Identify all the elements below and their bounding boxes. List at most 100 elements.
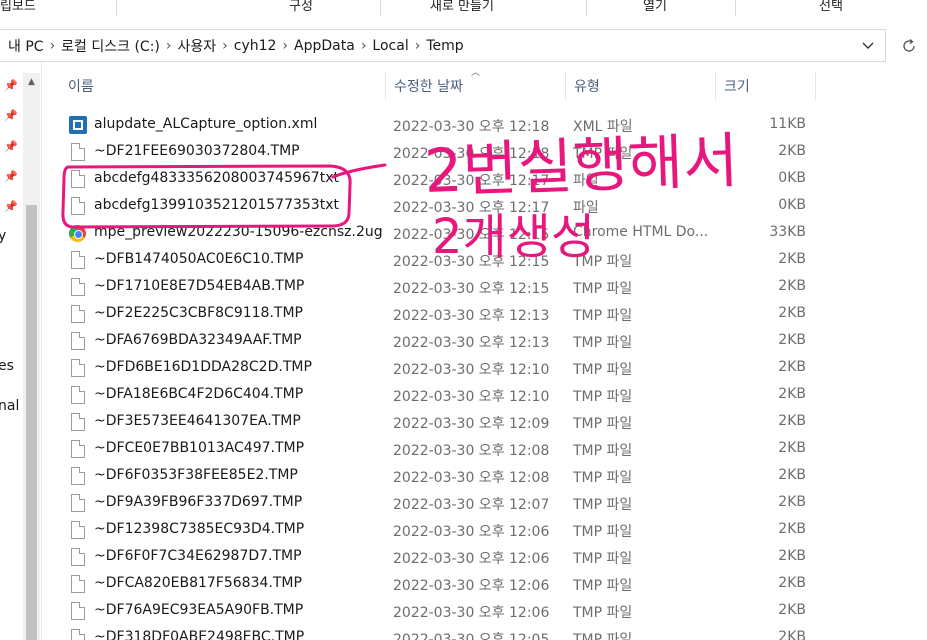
file-name: abcdefg139910352120157735​3txt bbox=[94, 197, 339, 213]
file-row[interactable]: abcdefg139910352120157735​3txt 2022-03-30… bbox=[42, 193, 927, 220]
file-type: Chrome HTML Do... bbox=[573, 224, 709, 240]
file-icon-glyph bbox=[71, 629, 85, 640]
breadcrumb: 내 PC › 로컬 디스크 (C:) › 사용자 › cyh12 › AppDa… bbox=[8, 30, 464, 61]
nav-item-label[interactable]: y bbox=[0, 228, 6, 244]
file-size: 2KB bbox=[778, 629, 806, 640]
file-size: 2KB bbox=[778, 278, 806, 294]
file-size: 2KB bbox=[778, 575, 806, 591]
file-row[interactable]: ~DF76A9EC93EA5A90FB.TMP 2022-03-30 오후 12:… bbox=[42, 598, 927, 625]
chevron-right-icon[interactable]: › bbox=[282, 38, 288, 54]
file-size: 2KB bbox=[778, 602, 806, 618]
file-modified-date: 2022-03-30 오후 12:05 bbox=[393, 632, 550, 640]
file-name: ~DF9A39FB96F337D697.TMP bbox=[94, 494, 303, 510]
ribbon-group-clipboard: 립보드 bbox=[0, 0, 36, 14]
file-row[interactable]: ~DF12398C7385EC93D4.TMP 2022-03-30 오후 12:… bbox=[42, 517, 927, 544]
file-row[interactable]: ~DF318DF0ABE2498EBC.TMP 2022-03-30 오후 12:… bbox=[42, 625, 927, 640]
file-row[interactable]: ~DF9A39FB96F337D697.TMP 2022-03-30 오후 12:… bbox=[42, 490, 927, 517]
column-divider[interactable] bbox=[815, 72, 816, 100]
file-modified-date: 2022-03-30 오후 12:06 bbox=[393, 551, 550, 567]
file-modified-date: 2022-03-30 오후 12:08 bbox=[393, 470, 550, 486]
file-icon bbox=[69, 250, 87, 270]
chevron-down-icon bbox=[862, 42, 874, 49]
nav-item-label[interactable]: nal bbox=[0, 398, 19, 414]
file-icon-glyph bbox=[71, 467, 85, 485]
breadcrumb-user[interactable]: cyh12 bbox=[234, 38, 277, 54]
pin-icon[interactable]: 📌 bbox=[4, 200, 18, 213]
file-icon bbox=[69, 520, 87, 540]
address-path-box[interactable]: 내 PC › 로컬 디스크 (C:) › 사용자 › cyh12 › AppDa… bbox=[0, 29, 886, 62]
file-row[interactable]: ~DF21FEE69030372804.TMP 2022-03-30 오후 12:… bbox=[42, 139, 927, 166]
column-type[interactable]: 유형 bbox=[566, 70, 716, 102]
file-row[interactable]: abcdefg483335620800374596​7txt 2022-03-30… bbox=[42, 166, 927, 193]
file-icon bbox=[69, 169, 87, 189]
ribbon-divider bbox=[735, 0, 736, 16]
file-type: TMP 파일 bbox=[573, 389, 633, 405]
chevron-right-icon[interactable]: › bbox=[166, 38, 172, 54]
file-row[interactable]: ~DF6F0353F38FEE85E2.TMP 2022-03-30 오후 12:… bbox=[42, 463, 927, 490]
file-type: TMP 파일 bbox=[573, 281, 633, 297]
file-row[interactable]: ~DFCE0E7BB1013AC497.TMP 2022-03-30 오후 12:… bbox=[42, 436, 927, 463]
file-icon-glyph bbox=[71, 278, 85, 296]
file-icon-glyph bbox=[71, 494, 85, 512]
file-row[interactable]: ~DF3E573EE4641307EA.TMP 2022-03-30 오후 12:… bbox=[42, 409, 927, 436]
pin-icon[interactable]: 📌 bbox=[4, 170, 18, 183]
file-modified-date: 2022-03-30 오후 12:10 bbox=[393, 389, 550, 405]
file-icon-glyph bbox=[71, 440, 85, 458]
column-name-label: 이름 bbox=[68, 79, 94, 95]
file-modified-date: 2022-03-30 오후 12:07 bbox=[393, 497, 550, 513]
file-name: alupdate_ALCapture_option.xml bbox=[94, 116, 318, 132]
column-name[interactable]: 이름 bbox=[60, 70, 385, 102]
xml-file-icon-glyph bbox=[69, 116, 87, 134]
column-date[interactable]: 수정한 날짜 bbox=[386, 70, 565, 102]
xml-file-icon bbox=[69, 115, 87, 135]
file-icon-glyph bbox=[71, 305, 85, 323]
breadcrumb-temp[interactable]: Temp bbox=[426, 38, 463, 54]
file-modified-date: 2022-03-30 오후 12:17 bbox=[393, 173, 550, 189]
scroll-up-icon[interactable]: ▲ bbox=[23, 73, 40, 90]
file-row[interactable]: ~DF6F0F7C34E62987D7.TMP 2022-03-30 오후 12:… bbox=[42, 544, 927, 571]
file-name: ~DF76A9EC93EA5A90FB.TMP bbox=[94, 602, 304, 618]
file-row[interactable]: ~DF2E225C3CBF8C9118.TMP 2022-03-30 오후 12:… bbox=[42, 301, 927, 328]
ribbon-group-organize: 구성 bbox=[289, 0, 313, 14]
pin-icon[interactable]: 📌 bbox=[4, 79, 18, 92]
file-row[interactable]: ~DFB1474050AC0E6C10.TMP 2022-03-30 오후 12:… bbox=[42, 247, 927, 274]
file-type: TMP 파일 bbox=[573, 335, 633, 351]
file-row[interactable]: ~DFA6769BDA32349AAF.TMP 2022-03-30 오후 12:… bbox=[42, 328, 927, 355]
pin-icon[interactable]: 📌 bbox=[4, 140, 18, 153]
nav-item-label[interactable]: es bbox=[0, 358, 14, 374]
pin-icon[interactable]: 📌 bbox=[4, 109, 18, 122]
file-icon bbox=[69, 466, 87, 486]
chevron-right-icon[interactable]: › bbox=[222, 38, 228, 54]
breadcrumb-local-disk[interactable]: 로컬 디스크 (C:) bbox=[61, 36, 160, 56]
file-row[interactable]: ~DF1710E8E7D54EB4AB.TMP 2022-03-30 오후 12:… bbox=[42, 274, 927, 301]
file-row[interactable]: ~DFA18E6BC4F2D6C404.TMP 2022-03-30 오후 12:… bbox=[42, 382, 927, 409]
breadcrumb-users[interactable]: 사용자 bbox=[178, 36, 217, 56]
breadcrumb-this-pc[interactable]: 내 PC bbox=[8, 36, 44, 56]
file-type: TMP 파일 bbox=[573, 443, 633, 459]
file-type: TMP 파일 bbox=[573, 524, 633, 540]
file-icon bbox=[69, 628, 87, 640]
file-row[interactable]: mpe_preview2022230-15096-ezcnsz.2ug... 20… bbox=[42, 220, 927, 247]
file-name: ~DF3E573EE4641307EA.TMP bbox=[94, 413, 301, 429]
breadcrumb-appdata[interactable]: AppData bbox=[294, 38, 355, 54]
ribbon-divider bbox=[586, 0, 587, 16]
chevron-right-icon[interactable]: › bbox=[50, 38, 56, 54]
chevron-right-icon[interactable]: › bbox=[415, 38, 421, 54]
file-icon-glyph bbox=[71, 332, 85, 350]
breadcrumb-local[interactable]: Local bbox=[372, 38, 408, 54]
file-row[interactable]: ~DFCA820EB817F56834.TMP 2022-03-30 오후 12:… bbox=[42, 571, 927, 598]
address-history-dropdown[interactable] bbox=[852, 30, 884, 61]
nav-scrollbar[interactable]: ▲ bbox=[23, 73, 40, 640]
file-modified-date: 2022-03-30 오후 12:06 bbox=[393, 524, 550, 540]
file-row[interactable]: alupdate_ALCapture_option.xml 2022-03-30 … bbox=[42, 112, 927, 139]
file-type: TMP 파일 bbox=[573, 308, 633, 324]
chevron-right-icon[interactable]: › bbox=[361, 38, 367, 54]
refresh-button[interactable] bbox=[890, 29, 927, 62]
file-icon bbox=[69, 277, 87, 297]
navigation-pane: 📌 📌 📌 📌 📌 y es nal ▲ bbox=[0, 62, 42, 640]
file-modified-date: 2022-03-30 오후 12:08 bbox=[393, 443, 550, 459]
scrollbar-thumb[interactable] bbox=[26, 205, 37, 640]
file-row[interactable]: ~DFD6BE16D1DDA28C2D.TMP 2022-03-30 오후 12:… bbox=[42, 355, 927, 382]
file-icon bbox=[69, 547, 87, 567]
column-size[interactable]: 크기 bbox=[716, 70, 816, 102]
